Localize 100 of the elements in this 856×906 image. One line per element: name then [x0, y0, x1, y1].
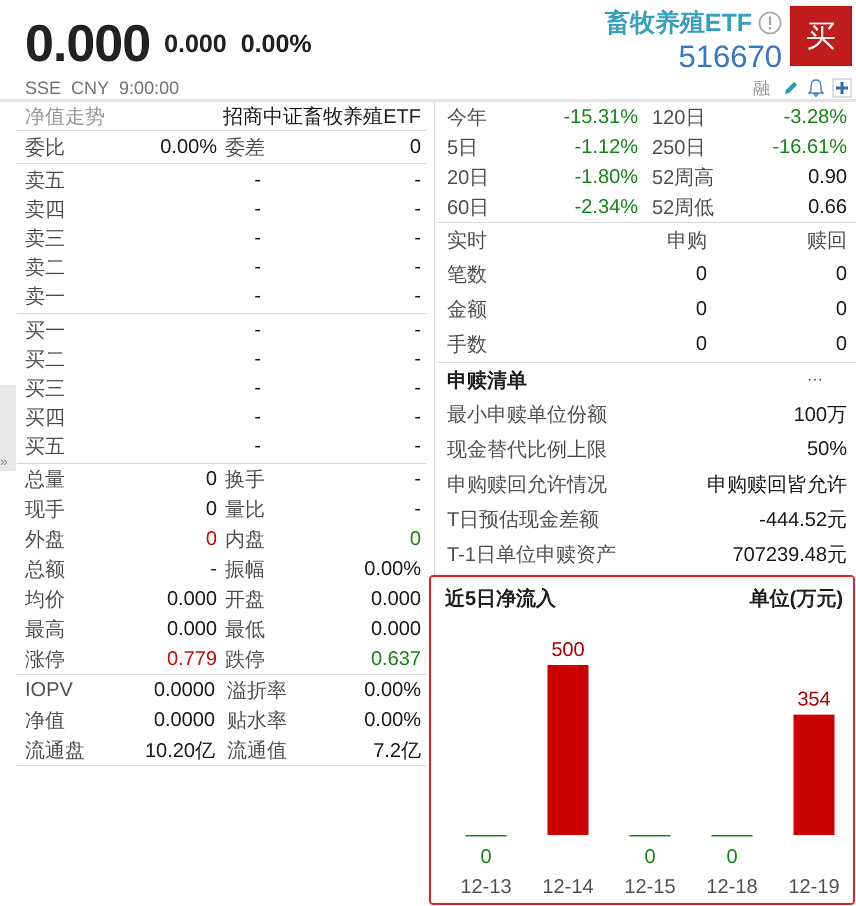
order-level: 卖四	[25, 198, 66, 223]
date-label: 12-14	[542, 876, 594, 898]
row-value: 0.00%	[364, 558, 421, 580]
chart-title: 近5日净流入	[445, 586, 556, 612]
row-label: 贴水率	[227, 708, 287, 734]
order-level: 买四	[25, 406, 66, 431]
row-label: 换手	[225, 468, 265, 492]
currency-label: CNY	[71, 78, 110, 98]
row-label: 60日	[447, 196, 490, 220]
order-volume: -	[413, 227, 421, 250]
pencil-icon[interactable]	[782, 79, 800, 97]
row-label: 涨停	[25, 648, 65, 672]
row-label: 金额	[447, 298, 488, 323]
row-label: 溢折率	[227, 678, 287, 704]
row-label: T-1日单位申赎资产	[447, 543, 616, 568]
bell-icon[interactable]	[806, 78, 826, 98]
row-label: 委差	[225, 136, 265, 160]
row-value: 0	[410, 136, 421, 158]
order-price: -	[253, 256, 261, 279]
row-value: 0.00%	[160, 136, 217, 158]
row-label: 振幅	[225, 558, 265, 582]
order-price: -	[253, 377, 261, 400]
row-value: -	[210, 558, 217, 580]
row-value: 0	[834, 263, 847, 286]
column-header: 赎回	[806, 228, 847, 254]
row-label: 120日	[652, 106, 706, 130]
row-label: 今年	[447, 106, 487, 130]
row-label: 量比	[225, 498, 265, 522]
order-price: -	[253, 285, 261, 308]
row-value: 0	[410, 528, 421, 550]
row-label: 内盘	[225, 528, 265, 552]
row-value: 7.2亿	[373, 738, 421, 764]
change-percent: 0.00%	[240, 30, 312, 59]
order-level: 卖三	[25, 227, 66, 252]
row-value: 0.90	[808, 166, 847, 188]
column-header: 实时	[447, 228, 488, 254]
row-value: 707239.48元	[732, 543, 847, 568]
row-value: 申购赎回皆允许	[707, 473, 847, 498]
row-value: -	[414, 468, 421, 490]
row-label: 250日	[652, 136, 706, 160]
row-label: 总额	[25, 558, 65, 582]
row-value: 0.00%	[364, 678, 421, 702]
row-label: 跌停	[225, 648, 265, 672]
row-value: -1.12%	[574, 136, 638, 158]
fund-code: 516670	[678, 39, 782, 75]
row-label: 最低	[225, 618, 265, 642]
buy-button[interactable]: 买	[790, 6, 852, 66]
order-volume: -	[413, 377, 421, 400]
margin-tag[interactable]: 融	[753, 76, 770, 100]
row-value: 0	[206, 468, 217, 490]
row-value: 0	[206, 528, 217, 550]
row-label: 现金替代比例上限	[447, 438, 607, 463]
unit-label: 单位(万元)	[750, 587, 843, 612]
data-label: 354	[797, 688, 831, 711]
data-label: 0	[644, 846, 656, 868]
row-value: 100万	[794, 403, 847, 428]
row-value: 0	[834, 333, 847, 356]
order-volume: -	[413, 256, 421, 279]
order-level: 买五	[25, 435, 66, 460]
row-value: 0.66	[808, 196, 847, 218]
row-label: 均价	[25, 588, 65, 612]
info-icon[interactable]	[758, 10, 782, 34]
row-value: 0.0000	[154, 678, 215, 702]
order-price: -	[253, 169, 261, 192]
order-volume: -	[413, 319, 421, 342]
price-change: 0.000	[164, 30, 227, 59]
row-label: 总量	[25, 468, 65, 492]
data-label: 0	[726, 846, 738, 868]
order-volume: -	[413, 406, 421, 429]
row-value: -16.61%	[772, 136, 847, 158]
row-value: -	[414, 498, 421, 520]
row-value: -2.34%	[574, 196, 638, 218]
row-label: IOPV	[25, 678, 73, 702]
order-volume: -	[413, 169, 421, 192]
nav-trend-link[interactable]: 净值走势	[25, 102, 105, 130]
row-value: 0.000	[370, 618, 421, 640]
row-label: 委比	[25, 136, 65, 160]
row-label: 手数	[447, 333, 488, 358]
fund-full-name: 招商中证畜牧养殖ETF	[223, 104, 421, 130]
row-label: 流通盘	[25, 738, 85, 764]
row-label: T日预估现金差额	[447, 508, 600, 533]
row-value: 0.000	[166, 618, 217, 640]
expand-handle[interactable]: »	[0, 454, 8, 468]
row-value: 0	[694, 298, 707, 321]
exchange-label: SSE	[25, 78, 62, 98]
column-header: 申购	[666, 228, 707, 254]
plus-icon[interactable]	[832, 78, 852, 98]
order-volume: -	[413, 435, 421, 458]
order-level: 卖二	[25, 256, 66, 281]
row-value: 0	[206, 498, 217, 520]
order-level: 卖一	[25, 285, 66, 310]
row-value: -3.28%	[784, 106, 847, 128]
date-label: 12-19	[788, 876, 840, 898]
order-price: -	[253, 227, 261, 250]
more-button[interactable]: ···	[807, 371, 823, 389]
data-label: 500	[551, 639, 585, 661]
last-price: 0.000	[25, 14, 150, 74]
row-value: 0.000	[166, 588, 217, 610]
row-value: -444.52元	[759, 508, 847, 533]
section-title: 申赎清单	[447, 368, 527, 394]
